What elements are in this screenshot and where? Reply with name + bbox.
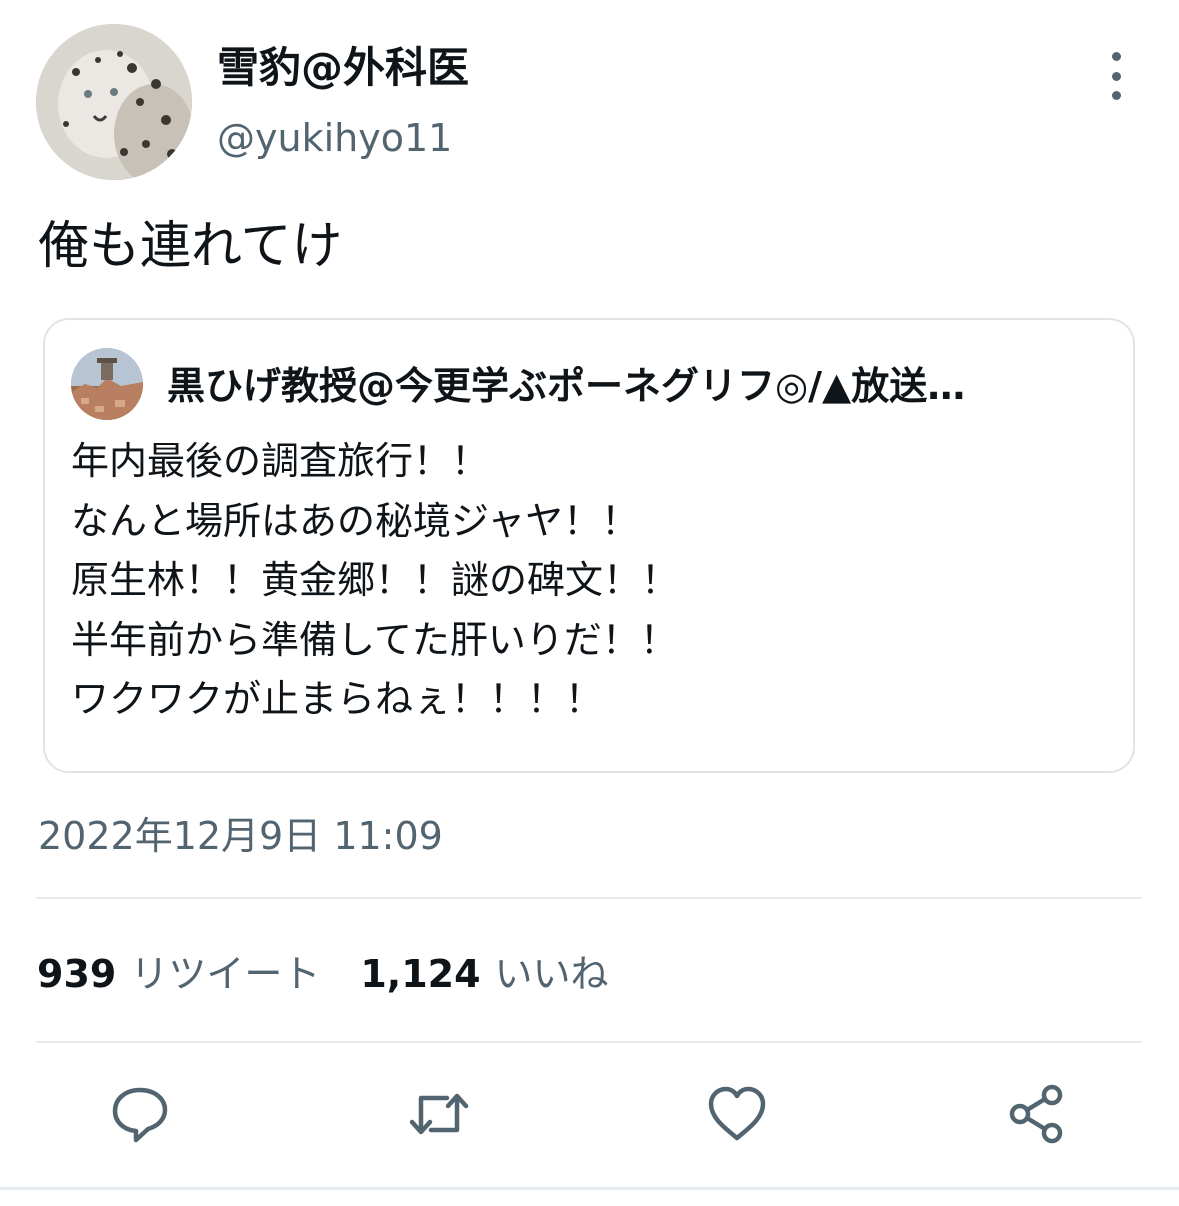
tweet-timestamp[interactable]: 2022年12月9日 11:09 <box>38 810 443 862</box>
share-button[interactable] <box>1005 1082 1069 1146</box>
engagement-stats: 939 リツイート 1,124 いいね <box>37 946 609 1002</box>
bottom-divider <box>0 1187 1179 1190</box>
quote-text: 年内最後の調査旅行！！ なんと場所はあの秘境ジャヤ！！ 原生林！！黄金郷！！謎の… <box>71 432 679 730</box>
like-button[interactable] <box>705 1082 769 1146</box>
author-display-name[interactable]: 雪豹@外科医 <box>217 40 469 96</box>
quote-text-line: なんと場所はあの秘境ジャヤ！！ <box>71 498 640 543</box>
snow-leopard-avatar-icon <box>36 24 192 180</box>
speech-bubble-icon <box>112 1087 168 1143</box>
divider <box>36 897 1142 899</box>
more-options-icon[interactable] <box>1096 52 1136 100</box>
author-avatar[interactable] <box>36 24 192 180</box>
quote-text-line: 半年前から準備してた肝いりだ！！ <box>71 617 678 662</box>
author-handle[interactable]: @yukihyo11 <box>217 112 452 164</box>
likes-stat[interactable]: 1,124 いいね <box>360 952 608 996</box>
tweet-action-bar <box>0 1082 1179 1146</box>
divider <box>36 1041 1142 1043</box>
more-dot <box>1111 71 1121 81</box>
quote-author-avatar <box>71 348 143 420</box>
more-dot <box>1111 91 1121 100</box>
retweets-label: リツイート <box>130 952 321 996</box>
retweets-count: 939 <box>37 952 117 996</box>
tweet-text: 俺も連れてけ <box>38 217 343 276</box>
tweet-detail-page: 雪豹@外科医 @yukihyo11 俺も連れてけ 黒ひげ教授@今更学ぶポーネグリ… <box>0 0 1179 1206</box>
reply-button[interactable] <box>108 1082 172 1146</box>
likes-label: いいね <box>494 952 609 996</box>
quoted-tweet-card[interactable]: 黒ひげ教授@今更学ぶポーネグリフ◎/▲放送… 年内最後の調査旅行！！ なんと場所… <box>43 318 1135 773</box>
quote-author-display-name: 黒ひげ教授@今更学ぶポーネグリフ◎/▲放送… <box>167 364 966 408</box>
ruins-avatar-icon <box>71 348 143 420</box>
share-icon <box>1009 1084 1063 1144</box>
quote-text-line: 原生林！！黄金郷！！謎の碑文！！ <box>71 558 680 602</box>
retweet-button[interactable] <box>407 1082 471 1146</box>
quote-text-line: 年内最後の調査旅行！！ <box>71 439 490 483</box>
retweet-icon <box>409 1093 469 1135</box>
likes-count: 1,124 <box>360 952 481 996</box>
heart-icon <box>708 1086 766 1141</box>
retweets-stat[interactable]: 939 リツイート <box>37 952 320 996</box>
more-dot <box>1111 52 1121 61</box>
quote-text-line: ワクワクが止まらねぇ！！！！ <box>71 677 604 721</box>
